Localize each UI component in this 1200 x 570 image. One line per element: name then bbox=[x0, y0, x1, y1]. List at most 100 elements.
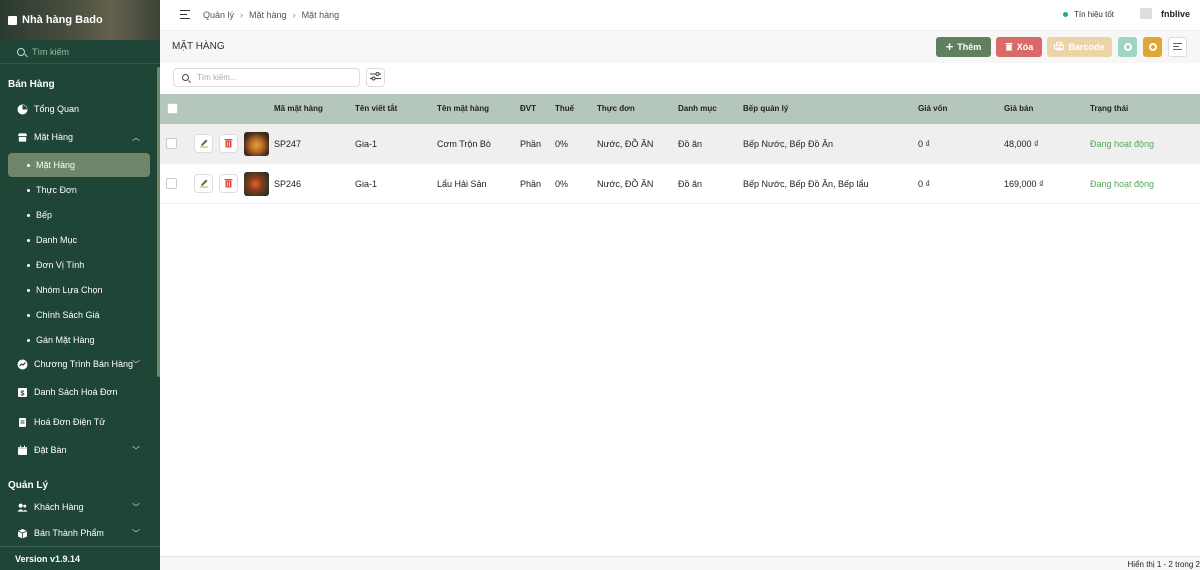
breadcrumb-item[interactable]: Quản lý bbox=[203, 10, 234, 20]
item-thumbnail bbox=[244, 172, 269, 196]
chevron-down-icon: ﹀ bbox=[132, 502, 140, 512]
status-badge: Đang hoạt động bbox=[1090, 139, 1155, 149]
store-icon bbox=[17, 132, 28, 143]
sidebar-item-label: Khách Hàng bbox=[34, 502, 84, 512]
cell-code: SP247 bbox=[274, 139, 302, 149]
sidebar-item-invoices[interactable]: $ Danh Sách Hoá Đơn bbox=[0, 385, 160, 399]
sidebar-subitem-kitchen[interactable]: Bếp bbox=[0, 209, 160, 221]
select-all-checkbox[interactable] bbox=[167, 103, 178, 114]
bullet-icon bbox=[27, 188, 30, 192]
svg-text:$: $ bbox=[21, 390, 25, 397]
trend-icon bbox=[17, 359, 28, 370]
cell-unit: Phần bbox=[520, 139, 542, 149]
search-icon bbox=[17, 47, 25, 56]
sidebar-item-overview[interactable]: Tổng Quan bbox=[0, 102, 160, 116]
sidebar-subitem-label: Nhóm Lựa Chọn bbox=[36, 285, 103, 295]
table-row[interactable]: SP246 Gia-1 Lẩu Hải Sản Phần 0% Nước, ĐỒ… bbox=[160, 164, 1200, 204]
cell-name: Lẩu Hải Sản bbox=[437, 179, 487, 189]
column-header-status[interactable]: Trạng thái bbox=[1090, 104, 1128, 113]
filter-button[interactable] bbox=[366, 68, 385, 87]
sidebar-subitem-menu[interactable]: Thực Đơn bbox=[0, 184, 160, 196]
sidebar-search-placeholder: Tìm kiếm bbox=[32, 46, 69, 57]
sidebar-item-semi-finished[interactable]: Bán Thành Phẩm ﹀ bbox=[0, 526, 160, 540]
table-row[interactable]: SP247 Gia-1 Cơm Trộn Bò Phần 0% Nước, ĐỒ… bbox=[160, 124, 1200, 164]
sidebar-item-customers[interactable]: Khách Hàng ﹀ bbox=[0, 500, 160, 514]
delete-row-button[interactable] bbox=[219, 134, 238, 153]
calendar-icon bbox=[17, 445, 28, 456]
export-button[interactable] bbox=[1143, 37, 1162, 57]
sidebar-subitem-category[interactable]: Danh Mục bbox=[0, 234, 160, 246]
pencil-icon bbox=[199, 138, 209, 150]
barcode-button[interactable]: Barcode bbox=[1047, 37, 1112, 57]
sidebar-subitem-items[interactable]: Mặt Hàng bbox=[8, 153, 150, 177]
brand[interactable]: Nhà hàng Bado bbox=[8, 14, 103, 26]
users-icon bbox=[17, 502, 28, 513]
item-thumbnail bbox=[244, 132, 269, 156]
sidebar-search[interactable]: Tìm kiếm bbox=[0, 40, 160, 64]
delete-row-button[interactable] bbox=[219, 174, 238, 193]
cell-tax: 0% bbox=[555, 139, 569, 149]
sidebar-item-label: Danh Sách Hoá Đơn bbox=[34, 387, 118, 397]
page-title: MẶT HÀNG bbox=[172, 41, 225, 52]
sidebar-item-label: Mặt Hàng bbox=[34, 132, 74, 142]
cell-short-name: Gia-1 bbox=[355, 139, 378, 149]
sidebar-item-items[interactable]: Mặt Hàng ︿ bbox=[0, 130, 160, 144]
column-header-menu[interactable]: Thực đơn bbox=[597, 104, 635, 113]
cell-name: Cơm Trộn Bò bbox=[437, 139, 491, 149]
sidebar-subitem-label: Thực Đơn bbox=[36, 185, 77, 195]
column-header-name[interactable]: Tên mặt hàng bbox=[437, 104, 489, 113]
chevron-right-icon: › bbox=[240, 10, 244, 20]
store-icon bbox=[8, 15, 17, 25]
search-input[interactable] bbox=[197, 73, 347, 82]
menu-toggle-icon[interactable] bbox=[180, 10, 190, 19]
more-menu-button[interactable] bbox=[1168, 37, 1187, 57]
cell-category: Đồ ăn bbox=[678, 179, 703, 189]
edit-button[interactable] bbox=[194, 134, 213, 153]
bullet-icon bbox=[27, 238, 30, 242]
sidebar-item-einvoice[interactable]: Hoá Đơn Điện Tử bbox=[0, 415, 160, 429]
import-button[interactable] bbox=[1118, 37, 1137, 57]
search-icon bbox=[182, 74, 189, 81]
edit-button[interactable] bbox=[194, 174, 213, 193]
sidebar-item-booking[interactable]: Đặt Bàn ﹀ bbox=[0, 443, 160, 457]
cell-kitchen: Bếp Nước, Bếp Đồ Ăn bbox=[743, 139, 833, 149]
table-header: Mã mặt hàng Tên viết tắt Tên mặt hàng ĐV… bbox=[160, 94, 1200, 124]
bullet-icon bbox=[27, 288, 30, 292]
delete-button[interactable]: Xóa bbox=[996, 37, 1042, 57]
column-header-tax[interactable]: Thuế bbox=[555, 104, 574, 113]
printer-icon bbox=[1054, 41, 1065, 53]
sidebar-item-label: Bán Thành Phẩm bbox=[34, 528, 104, 538]
app-version: Version v1.9.14 bbox=[0, 546, 160, 570]
cell-short-name: Gia-1 bbox=[355, 179, 378, 189]
sidebar-subitem-label: Mặt Hàng bbox=[36, 160, 76, 170]
barcode-button-label: Barcode bbox=[1068, 42, 1105, 52]
box-icon bbox=[17, 528, 28, 539]
column-header-kitchen[interactable]: Bếp quản lý bbox=[743, 104, 788, 113]
column-header-price[interactable]: Giá bán bbox=[1004, 104, 1033, 113]
column-header-cost[interactable]: Giá vốn bbox=[918, 104, 947, 113]
sidebar-subitem-unit[interactable]: Đơn Vị Tính bbox=[0, 259, 160, 271]
sidebar-subitem-assign-items[interactable]: Gán Mặt Hàng bbox=[0, 334, 160, 346]
pencil-icon bbox=[199, 178, 209, 190]
column-header-code[interactable]: Mã mặt hàng bbox=[274, 104, 323, 113]
sidebar-subitem-option-group[interactable]: Nhóm Lựa Chọn bbox=[0, 284, 160, 296]
cell-code: SP246 bbox=[274, 179, 302, 189]
sidebar-subitem-label: Chính Sách Giá bbox=[36, 310, 100, 320]
avatar bbox=[1139, 8, 1152, 19]
breadcrumb: Quản lý › Mặt hàng › Mặt hàng bbox=[203, 10, 339, 20]
chevron-down-icon: ﹀ bbox=[132, 528, 140, 538]
search-input-wrapper[interactable] bbox=[173, 68, 360, 87]
add-button[interactable]: + Thêm bbox=[936, 37, 991, 57]
chevron-up-icon: ︿ bbox=[132, 132, 140, 142]
breadcrumb-item[interactable]: Mặt hàng bbox=[249, 10, 287, 20]
sidebar-item-programs[interactable]: Chương Trình Bán Hàng ﹀ bbox=[0, 357, 160, 371]
column-header-short-name[interactable]: Tên viết tắt bbox=[355, 104, 397, 113]
chevron-down-icon: ﹀ bbox=[132, 445, 140, 455]
user-menu[interactable]: fnblive bbox=[1139, 8, 1190, 19]
row-checkbox[interactable] bbox=[166, 178, 177, 189]
sidebar-subitem-price-policy[interactable]: Chính Sách Giá bbox=[0, 309, 160, 321]
row-checkbox[interactable] bbox=[166, 138, 177, 149]
column-header-unit[interactable]: ĐVT bbox=[520, 104, 536, 113]
sidebar: Nhà hàng Bado Tìm kiếm Bán Hàng Tổng Qua… bbox=[0, 0, 160, 570]
column-header-category[interactable]: Danh mục bbox=[678, 104, 717, 113]
